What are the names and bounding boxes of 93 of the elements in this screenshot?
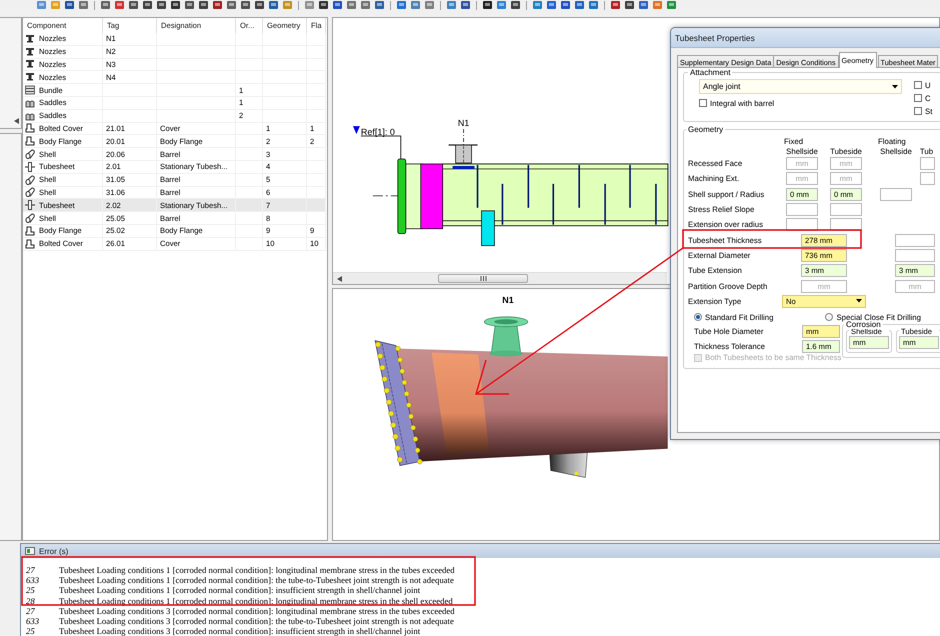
nozzle-label: N1 [502, 294, 514, 305]
scroll-left-icon[interactable] [14, 118, 19, 124]
radio-circle[interactable] [694, 313, 702, 322]
input-field[interactable] [920, 157, 935, 170]
empty-table-cell [307, 84, 326, 97]
saddle-icon [25, 98, 35, 108]
toolbar-icon[interactable] [610, 1, 621, 10]
tube-bundle-icon [25, 85, 35, 96]
error-message: Tubesheet Loading conditions 3 [corroded normal condition]: longitudinal membrane stress in the tubes exceeded [59, 606, 455, 616]
empty-table-cell [307, 110, 326, 123]
toolbar-icon[interactable] [560, 1, 571, 10]
horizontal-scrollbar[interactable] [333, 272, 667, 284]
empty-table-cell [307, 212, 326, 225]
nozzle-icon [25, 72, 35, 82]
scroll-left-icon[interactable] [337, 276, 342, 282]
saddle-icon [25, 110, 35, 121]
flange-icon [25, 123, 35, 134]
caret-icon [892, 84, 898, 88]
toolbar-icon[interactable] [510, 1, 521, 10]
error-code: 27 [26, 606, 36, 616]
grip-icon [480, 276, 486, 281]
radio-circle[interactable] [825, 313, 834, 322]
input-field[interactable] [895, 234, 935, 247]
error-code: 27 [26, 565, 36, 576]
empty-table-cell [307, 174, 326, 187]
error-code: 25 [26, 626, 36, 636]
error-message: Tubesheet Loading conditions 1 [corroded normal condition]: longitudinal membrane stress in the shell exceeded [59, 596, 454, 606]
reference-marker-icon [352, 126, 360, 134]
empty-table-cell [236, 33, 263, 46]
empty-table-cell [307, 148, 326, 161]
empty-table-cell [307, 58, 326, 72]
error-code: 28 [26, 596, 36, 606]
cylinder-icon [25, 187, 35, 198]
error-code: 633 [26, 575, 40, 586]
toolbar-icon[interactable] [198, 1, 209, 10]
group-label: Attachment [688, 68, 732, 77]
input-field[interactable] [920, 172, 935, 186]
toolbar-icon[interactable] [170, 1, 181, 10]
nozzle-icon [25, 34, 35, 44]
empty-table-cell [307, 33, 326, 46]
dropdown[interactable]: Angle joint [699, 79, 902, 94]
toolbar-icon[interactable] [332, 1, 343, 10]
flange-icon [25, 238, 35, 249]
tubesheet-icon [25, 162, 35, 172]
flange-icon [25, 136, 35, 146]
input-field[interactable] [895, 248, 935, 262]
input-field[interactable] [786, 203, 818, 216]
toolbar-icon[interactable] [318, 1, 329, 10]
scrollbar-thumb[interactable] [438, 274, 528, 283]
caret-icon [856, 299, 862, 304]
window-icon [25, 547, 35, 555]
nozzle-icon [25, 59, 35, 70]
toolbar-icon[interactable] [142, 1, 153, 10]
error-code: 25 [26, 585, 36, 596]
empty-table-cell [307, 96, 326, 110]
toolbar-icon[interactable] [156, 1, 167, 10]
toolbar-icon[interactable] [240, 1, 251, 10]
toolbar-icon[interactable] [64, 1, 75, 10]
toolbar-icon[interactable] [254, 1, 265, 10]
toolbar-icon[interactable] [460, 1, 471, 10]
group-label: Geometry [686, 125, 726, 134]
checkbox-box[interactable] [914, 107, 922, 115]
checkbox-box[interactable] [914, 94, 922, 102]
empty-table-cell [307, 71, 326, 84]
toolbar-icon[interactable] [482, 1, 493, 10]
empty-table-cell [263, 33, 307, 46]
error-message: Tubesheet Loading conditions 3 [corroded normal condition]: the tube-to-Tubesheet joint strength is not adequate [59, 616, 455, 626]
reference-label: Ref[1]: 0 [360, 127, 395, 138]
error-code: 633 [26, 616, 40, 626]
error-message: Tubesheet Loading conditions 1 [corroded normal condition]: insufficient strength in shell/channel joint [59, 585, 422, 596]
cylinder-icon [25, 149, 35, 160]
input-field[interactable] [830, 203, 862, 216]
toolbar-icon[interactable] [184, 1, 195, 10]
empty-table-cell [307, 160, 326, 174]
window-title: Tubesheet Properties [671, 28, 940, 48]
toolbar-icon[interactable] [624, 1, 635, 10]
toolbar-icon[interactable] [212, 1, 223, 10]
cylinder-icon [25, 174, 35, 185]
toolbar-icon[interactable] [128, 1, 139, 10]
empty-table-cell [307, 46, 326, 59]
tubesheet-icon [25, 200, 35, 210]
flange-icon [25, 226, 35, 236]
error-message: Tubesheet Loading conditions 3 [corroded normal condition]: insufficient strength in shell/channel joint [59, 626, 422, 636]
error-message: Tubesheet Loading conditions 1 [corroded normal condition]: the tube-to-Tubesheet joint strength is not adequate [59, 575, 455, 586]
cylinder-icon [25, 213, 35, 224]
checkbox-box[interactable] [914, 81, 922, 89]
checkbox-box[interactable] [699, 99, 707, 107]
error-message: Tubesheet Loading conditions 1 [corroded normal condition]: longitudinal membrane stress in the tubes exceeded [59, 565, 455, 576]
nozzle-icon [25, 46, 35, 57]
nozzle-label: N1 [458, 118, 470, 128]
input-field[interactable] [880, 188, 912, 201]
group-label: Corrosion [844, 320, 883, 329]
window-title: Error (s) [39, 546, 68, 556]
